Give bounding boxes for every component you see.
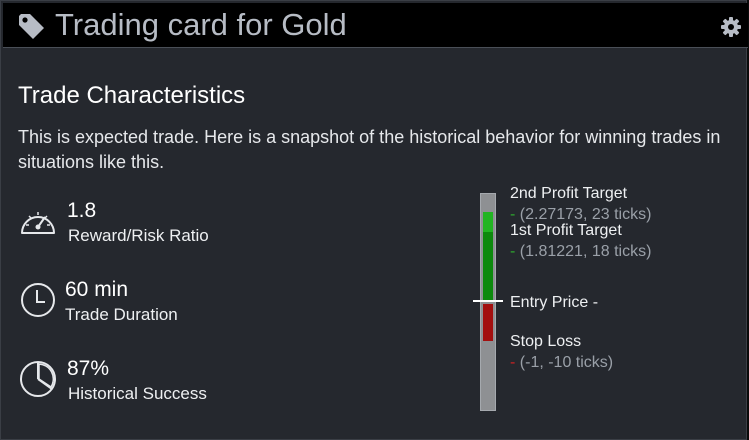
speedometer-icon <box>21 212 55 234</box>
first-target-segment <box>483 232 493 300</box>
stop-loss-label: Stop Loss <box>510 333 582 350</box>
entry-price-marker <box>473 300 503 302</box>
metric-value: 60 min <box>65 278 129 301</box>
loss-dash: - <box>510 354 516 371</box>
tag-icon <box>19 14 44 39</box>
second-target-label: 2nd Profit Target <box>510 185 628 202</box>
trading-card: Trading card for Gold Trade Characterist… <box>0 0 748 440</box>
pie-chart-icon <box>20 361 56 397</box>
first-target-value: (1.81221, 18 ticks) <box>519 243 652 260</box>
metric-value: 1.8 <box>67 199 97 222</box>
card-title: Trading card for Gold <box>55 7 347 42</box>
first-target-detail: - (1.81221, 18 ticks) <box>510 242 651 262</box>
gear-icon[interactable] <box>720 16 742 38</box>
card-header: Trading card for Gold <box>3 3 748 48</box>
clock-icon <box>21 283 55 317</box>
price-level-bar <box>480 193 496 411</box>
second-target-segment <box>483 212 493 232</box>
metric-value: 87% <box>67 357 110 380</box>
metric-label: Trade Duration <box>65 305 178 324</box>
section-description: This is expected trade. Here is a snapsh… <box>18 127 721 172</box>
metric-label: Reward/Risk Ratio <box>68 226 209 245</box>
stop-loss-detail: - (-1, -10 ticks) <box>510 353 613 373</box>
stop-loss-value: (-1, -10 ticks) <box>519 354 614 371</box>
metric-label: Historical Success <box>68 384 207 403</box>
first-target-label: 1st Profit Target <box>510 222 622 239</box>
profit-dash: - <box>510 243 516 260</box>
section-title: Trade Characteristics <box>18 82 246 109</box>
entry-price-label: Entry Price - <box>510 294 599 311</box>
stop-loss-segment <box>483 304 493 341</box>
